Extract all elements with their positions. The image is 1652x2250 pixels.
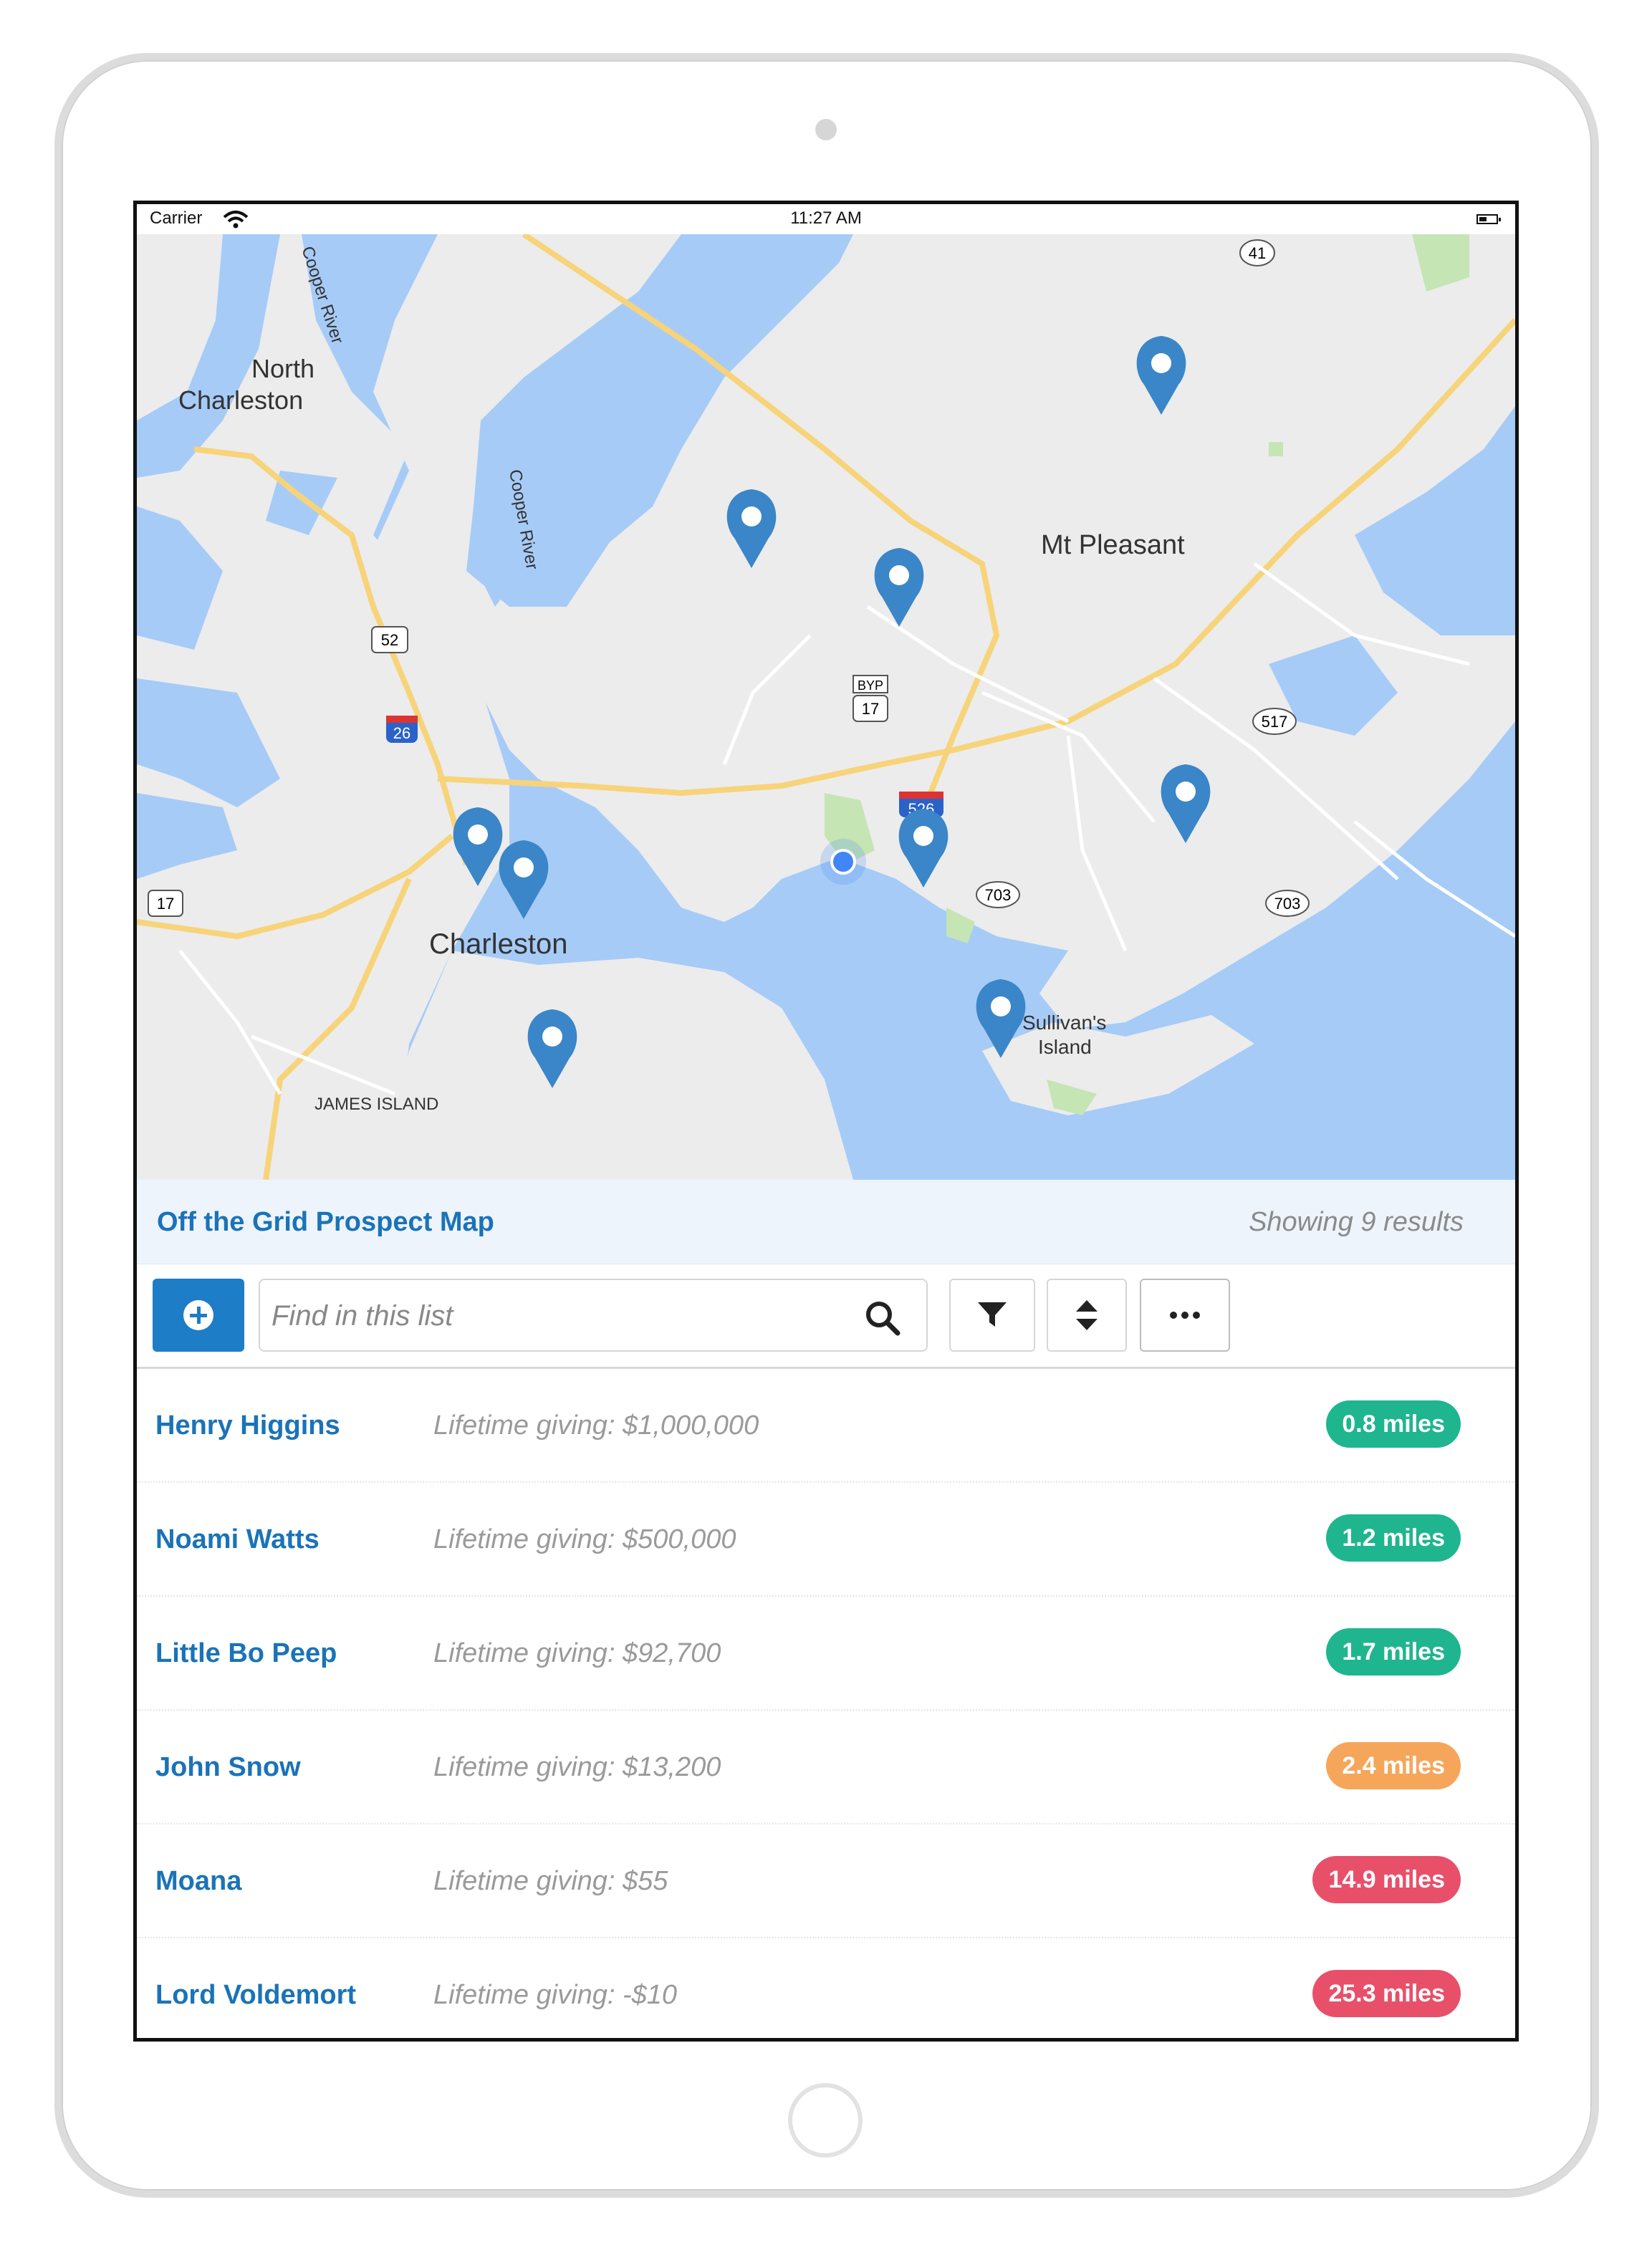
svg-text:52: 52 [381, 631, 398, 649]
current-location-marker [820, 839, 866, 885]
sort-button[interactable] [1047, 1279, 1127, 1352]
prospect-name[interactable]: Henry Higgins [155, 1410, 340, 1441]
distance-badge: 14.9 miles [1312, 1856, 1461, 1903]
svg-text:41: 41 [1249, 244, 1266, 262]
list-item[interactable]: John Snow Lifetime giving: $13,200 2.4 m… [137, 1711, 1515, 1824]
svg-text:703: 703 [985, 886, 1012, 904]
ellipsis-icon [1170, 1312, 1200, 1319]
prospect-giving: Lifetime giving: $92,700 [433, 1638, 721, 1668]
map-canvas[interactable]: North Charleston Charleston Mt Pleasant … [137, 234, 1515, 1180]
svg-text:26: 26 [393, 724, 410, 742]
distance-badge: 2.4 miles [1326, 1742, 1461, 1789]
map-pin[interactable] [496, 839, 551, 919]
map-label-charleston: Charleston [429, 928, 567, 960]
filter-button[interactable] [949, 1279, 1035, 1352]
prospect-giving: Lifetime giving: $13,200 [433, 1752, 721, 1782]
svg-text:703: 703 [1274, 895, 1301, 913]
route-shield-41: 41 [1239, 239, 1275, 266]
add-button[interactable] [153, 1279, 244, 1352]
route-shield-26: 26 [386, 716, 418, 743]
route-shield-17-west: 17 [148, 890, 183, 917]
sort-icon [1076, 1300, 1098, 1330]
home-button[interactable] [788, 2083, 863, 2158]
battery-icon [1476, 214, 1501, 224]
plus-circle-icon [183, 1300, 213, 1330]
route-shield-52: 52 [371, 626, 408, 653]
prospect-giving: Lifetime giving: $500,000 [433, 1524, 736, 1554]
svg-text:17: 17 [862, 700, 879, 718]
list-item[interactable]: Little Bo Peep Lifetime giving: $92,700 … [137, 1597, 1515, 1711]
app-screen: Carrier 11:27 AM North Charleston Charle… [133, 201, 1519, 2042]
distance-badge: 1.7 miles [1326, 1628, 1461, 1676]
prospect-giving: Lifetime giving: $55 [433, 1866, 668, 1896]
search-box[interactable] [259, 1279, 928, 1352]
list-item[interactable]: Noami Watts Lifetime giving: $500,000 1.… [137, 1483, 1515, 1597]
list-header: Off the Grid Prospect Map Showing 9 resu… [137, 1180, 1515, 1264]
prospect-name[interactable]: John Snow [155, 1752, 301, 1783]
route-shield-byp: BYP [853, 675, 888, 693]
list-item[interactable]: Moana Lifetime giving: $55 14.9 miles [137, 1824, 1515, 1938]
route-shield-703-east: 703 [1265, 890, 1310, 917]
distance-badge: 0.8 miles [1326, 1400, 1461, 1448]
distance-badge: 1.2 miles [1326, 1514, 1461, 1562]
more-options-button[interactable] [1140, 1279, 1230, 1352]
prospect-name[interactable]: Noami Watts [155, 1524, 320, 1555]
map-label-james-island: JAMES ISLAND [314, 1095, 438, 1114]
camera-dot [815, 119, 837, 140]
filter-icon [978, 1302, 1007, 1327]
list-item[interactable]: Henry Higgins Lifetime giving: $1,000,00… [137, 1369, 1515, 1483]
prospect-name[interactable]: Little Bo Peep [155, 1638, 337, 1669]
list-title: Off the Grid Prospect Map [157, 1207, 494, 1237]
status-time: 11:27 AM [790, 208, 862, 228]
svg-text:BYP: BYP [858, 678, 883, 693]
result-count: Showing 9 results [1249, 1207, 1464, 1237]
status-bar: Carrier 11:27 AM [137, 204, 1515, 234]
svg-text:517: 517 [1262, 713, 1288, 731]
map-label-mt-pleasant: Mt Pleasant [1041, 530, 1185, 560]
prospect-giving: Lifetime giving: $1,000,000 [433, 1410, 759, 1441]
list-item[interactable]: Lord Voldemort Lifetime giving: -$10 25.… [137, 1938, 1515, 2038]
route-shield-17-east: 17 [853, 695, 888, 722]
search-icon[interactable] [865, 1300, 901, 1336]
svg-text:17: 17 [157, 895, 174, 913]
prospect-name[interactable]: Lord Voldemort [155, 1980, 356, 2011]
prospect-name[interactable]: Moana [155, 1866, 241, 1897]
route-shield-517: 517 [1252, 708, 1297, 735]
prospect-list: Henry Higgins Lifetime giving: $1,000,00… [137, 1369, 1515, 2038]
distance-badge: 25.3 miles [1312, 1970, 1461, 2017]
prospect-map[interactable]: North Charleston Charleston Mt Pleasant … [137, 234, 1515, 1180]
prospect-giving: Lifetime giving: -$10 [433, 1980, 678, 2010]
list-toolbar [137, 1264, 1515, 1369]
search-input[interactable] [270, 1280, 846, 1352]
route-shield-703-west: 703 [976, 881, 1020, 908]
